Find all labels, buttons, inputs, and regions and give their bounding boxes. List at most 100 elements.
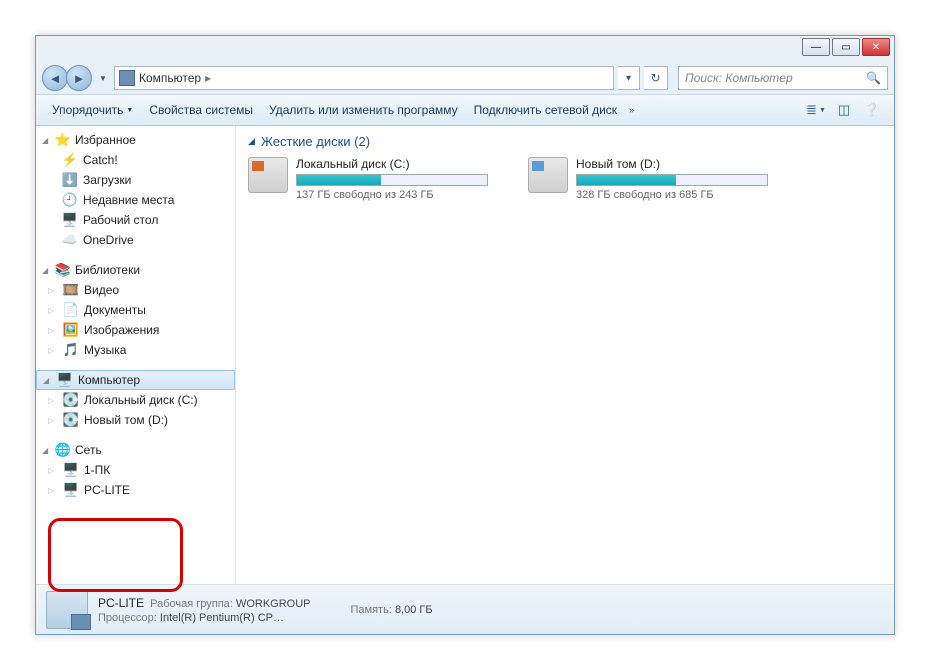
sidebar-item-documents[interactable]: ▷📄Документы: [36, 300, 235, 320]
toolbar: Упорядочить▼ Свойства системы Удалить ил…: [36, 94, 894, 126]
close-button[interactable]: ✕: [862, 38, 890, 56]
collapse-icon: ◢: [42, 446, 51, 455]
download-icon: ⬇️: [62, 172, 78, 188]
sidebar-item-drive-d[interactable]: ▷💽Новый том (D:): [36, 410, 235, 430]
history-dropdown[interactable]: ▼: [96, 65, 110, 91]
drive-icon: 💽: [63, 392, 79, 408]
drive-c[interactable]: Локальный диск (C:) 137 ГБ свободно из 2…: [248, 157, 488, 201]
back-button[interactable]: ◄: [42, 65, 68, 91]
libraries-header[interactable]: ◢ 📚 Библиотеки: [36, 260, 235, 280]
expand-icon: ▷: [48, 306, 57, 315]
computer-group: ◢ 🖥️ Компьютер ▷💽Локальный диск (C:) ▷💽Н…: [36, 370, 235, 430]
sidebar-item-recent[interactable]: 🕘Недавние места: [36, 190, 235, 210]
video-icon: 🎞️: [63, 282, 79, 298]
capacity-fill: [577, 175, 676, 185]
forward-button[interactable]: ►: [66, 65, 92, 91]
drive-d[interactable]: Новый том (D:) 328 ГБ свободно из 685 ГБ: [528, 157, 768, 201]
desktop-icon: 🖥️: [62, 212, 78, 228]
uninstall-program-button[interactable]: Удалить или изменить программу: [261, 99, 466, 121]
address-bar[interactable]: Компьютер ▸: [114, 66, 614, 90]
system-properties-button[interactable]: Свойства системы: [141, 99, 261, 121]
expand-icon: ▷: [48, 416, 57, 425]
recent-icon: 🕘: [62, 192, 78, 208]
memory-value: 8,00 ГБ: [395, 604, 433, 616]
drive-icon: [248, 157, 288, 193]
view-options-button[interactable]: ≣ ▼: [802, 99, 830, 121]
collapse-icon: ◢: [42, 266, 51, 275]
picture-icon: 🖼️: [63, 322, 79, 338]
sidebar-item-pc1[interactable]: ▷🖥️1-ПК: [36, 460, 235, 480]
pc-icon: 🖥️: [63, 462, 79, 478]
computer-large-icon: [46, 591, 88, 629]
music-icon: 🎵: [63, 342, 79, 358]
pc-icon: 🖥️: [63, 482, 79, 498]
collapse-icon: ◢: [248, 136, 255, 147]
star-icon: ⭐: [55, 132, 71, 148]
cpu-label: Процессор:: [98, 612, 157, 624]
nav-row: ◄ ► ▼ Компьютер ▸ ▾ ↻ Поиск: Компьютер 🔍: [36, 62, 894, 94]
collapse-icon: ◢: [43, 376, 52, 385]
computer-icon: 🖥️: [57, 372, 73, 388]
map-network-drive-button[interactable]: Подключить сетевой диск: [466, 99, 625, 121]
preview-pane-button[interactable]: ◫: [830, 99, 858, 121]
details-pane: PC-LITE Рабочая группа: WORKGROUP Процес…: [36, 584, 894, 634]
address-dropdown[interactable]: ▾: [618, 66, 640, 90]
workgroup-value: WORKGROUP: [236, 598, 311, 610]
libraries-icon: 📚: [55, 262, 71, 278]
search-input[interactable]: Поиск: Компьютер 🔍: [678, 66, 888, 90]
expand-icon: ▷: [48, 346, 57, 355]
sidebar-item-onedrive[interactable]: ☁️OneDrive: [36, 230, 235, 250]
capacity-fill: [297, 175, 381, 185]
sidebar-item-desktop[interactable]: 🖥️Рабочий стол: [36, 210, 235, 230]
titlebar: — ▭ ✕: [36, 36, 894, 62]
expand-icon: ▷: [48, 286, 57, 295]
content-pane: ◢ Жесткие диски (2) Локальный диск (C:) …: [236, 126, 894, 584]
hard-disks-heading[interactable]: ◢ Жесткие диски (2): [248, 134, 882, 149]
capacity-bar: [296, 174, 488, 186]
minimize-button[interactable]: —: [802, 38, 830, 56]
window-controls: — ▭ ✕: [800, 38, 890, 56]
drive-icon: 💽: [63, 412, 79, 428]
cloud-icon: ☁️: [62, 232, 78, 248]
document-icon: 📄: [63, 302, 79, 318]
sidebar-item-pictures[interactable]: ▷🖼️Изображения: [36, 320, 235, 340]
chevron-down-icon: ▼: [126, 107, 133, 114]
help-button[interactable]: ❔: [858, 99, 886, 121]
favorites-group: ◢ ⭐ Избранное ⚡Catch! ⬇️Загрузки 🕘Недавн…: [36, 130, 235, 250]
network-icon: 🌐: [55, 442, 71, 458]
collapse-icon: ◢: [42, 136, 51, 145]
bolt-icon: ⚡: [62, 152, 78, 168]
drive-name: Локальный диск (C:): [296, 157, 488, 171]
sidebar-item-pclite[interactable]: ▷🖥️PC-LITE: [36, 480, 235, 500]
drive-name: Новый том (D:): [576, 157, 768, 171]
refresh-button[interactable]: ↻: [644, 66, 668, 90]
workgroup-label: Рабочая группа:: [150, 598, 233, 610]
drive-free-text: 328 ГБ свободно из 685 ГБ: [576, 189, 768, 201]
cpu-value: Intel(R) Pentium(R) CP…: [160, 612, 284, 624]
memory-label: Память:: [351, 604, 392, 616]
sidebar-item-catch[interactable]: ⚡Catch!: [36, 150, 235, 170]
expand-icon: ▷: [48, 326, 57, 335]
sidebar-item-downloads[interactable]: ⬇️Загрузки: [36, 170, 235, 190]
expand-icon: ▷: [48, 466, 57, 475]
network-header[interactable]: ◢ 🌐 Сеть: [36, 440, 235, 460]
breadcrumb-location: Компьютер: [139, 71, 201, 85]
breadcrumb-separator: ▸: [205, 71, 211, 85]
search-icon: 🔍: [866, 71, 881, 85]
sidebar-item-music[interactable]: ▷🎵Музыка: [36, 340, 235, 360]
toolbar-overflow[interactable]: »: [625, 105, 638, 115]
sidebar-item-drive-c[interactable]: ▷💽Локальный диск (C:): [36, 390, 235, 410]
sidebar-item-videos[interactable]: ▷🎞️Видео: [36, 280, 235, 300]
nav-arrows: ◄ ►: [42, 65, 92, 91]
computer-icon: [119, 70, 135, 86]
libraries-group: ◢ 📚 Библиотеки ▷🎞️Видео ▷📄Документы ▷🖼️И…: [36, 260, 235, 360]
network-group: ◢ 🌐 Сеть ▷🖥️1-ПК ▷🖥️PC-LITE: [36, 440, 235, 500]
maximize-button[interactable]: ▭: [832, 38, 860, 56]
search-placeholder: Поиск: Компьютер: [685, 71, 793, 85]
sidebar-item-computer[interactable]: ◢ 🖥️ Компьютер: [36, 370, 235, 390]
drive-icon: [528, 157, 568, 193]
organize-menu[interactable]: Упорядочить▼: [44, 99, 141, 121]
drive-free-text: 137 ГБ свободно из 243 ГБ: [296, 189, 488, 201]
favorites-header[interactable]: ◢ ⭐ Избранное: [36, 130, 235, 150]
capacity-bar: [576, 174, 768, 186]
